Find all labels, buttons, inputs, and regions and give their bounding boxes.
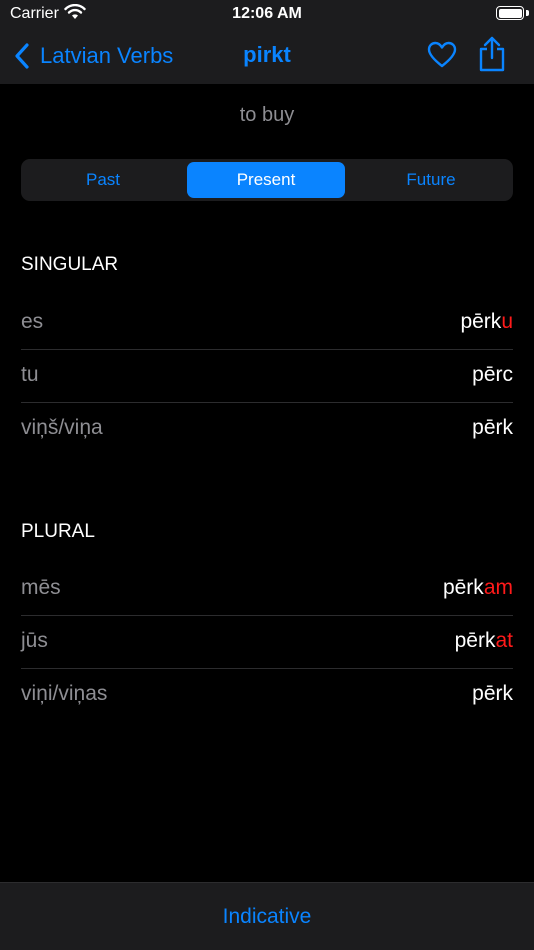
back-button[interactable]: Latvian Verbs — [14, 38, 173, 74]
conjugation-row: es pērku — [21, 297, 513, 350]
verb-stem: pērk — [472, 682, 513, 705]
conjugated-form: pērku — [460, 310, 513, 334]
verb-stem: pērk — [454, 629, 496, 652]
verb-stem: pērk — [472, 416, 513, 439]
conjugated-form: pērkat — [455, 629, 513, 653]
pronoun-label: es — [21, 310, 44, 333]
clock: 12:06 AM — [232, 5, 302, 22]
conjugation-row: viņš/viņa pērk — [21, 403, 513, 456]
segment-future[interactable]: Future — [352, 162, 510, 198]
mood-bar: Indicative — [0, 882, 534, 950]
verb-translation: to buy — [239, 104, 295, 126]
conjugated-form: pērkam — [443, 576, 513, 600]
conjugated-form: pērk — [472, 416, 513, 440]
conjugated-form: pērk — [472, 682, 513, 706]
segment-present[interactable]: Present — [187, 162, 345, 198]
battery-icon — [496, 6, 524, 20]
mood-selector-button[interactable]: Indicative — [0, 905, 534, 929]
verb-stem: pērk — [442, 576, 484, 599]
chevron-left-icon — [15, 43, 29, 69]
pronoun-label: viņš/viņa — [21, 416, 103, 439]
verb-ending: am — [483, 576, 513, 599]
pronoun-label: jūs — [21, 629, 48, 652]
back-button-label: Latvian Verbs — [40, 43, 174, 68]
conjugation-row: viņi/viņas pērk — [21, 669, 513, 722]
status-bar: Carrier 12:06 AM — [0, 0, 534, 30]
singular-section-header: SINGULAR — [21, 254, 119, 275]
pronoun-label: viņi/viņas — [21, 682, 108, 705]
conjugation-row: jūs pērkat — [21, 616, 513, 669]
conjugation-row: tu pērc — [21, 350, 513, 403]
tense-segmented-control: Past Present Future — [21, 159, 513, 201]
verb-ending: u — [501, 310, 513, 333]
favorite-heart-icon[interactable] — [427, 40, 457, 70]
pronoun-label: tu — [21, 363, 39, 386]
verb-ending: at — [495, 629, 513, 652]
pronoun-label: mēs — [21, 576, 61, 599]
battery-tip — [526, 10, 529, 16]
verb-stem: pērc — [472, 363, 513, 386]
conjugation-row: mēs pērkam — [21, 563, 513, 616]
conjugated-form: pērc — [472, 363, 513, 387]
plural-section-header: PLURAL — [21, 521, 95, 542]
segment-past[interactable]: Past — [24, 162, 182, 198]
share-icon[interactable] — [478, 36, 506, 72]
navigation-bar: Latvian Verbs pirkt — [0, 30, 534, 84]
verb-stem: pērk — [460, 310, 502, 333]
